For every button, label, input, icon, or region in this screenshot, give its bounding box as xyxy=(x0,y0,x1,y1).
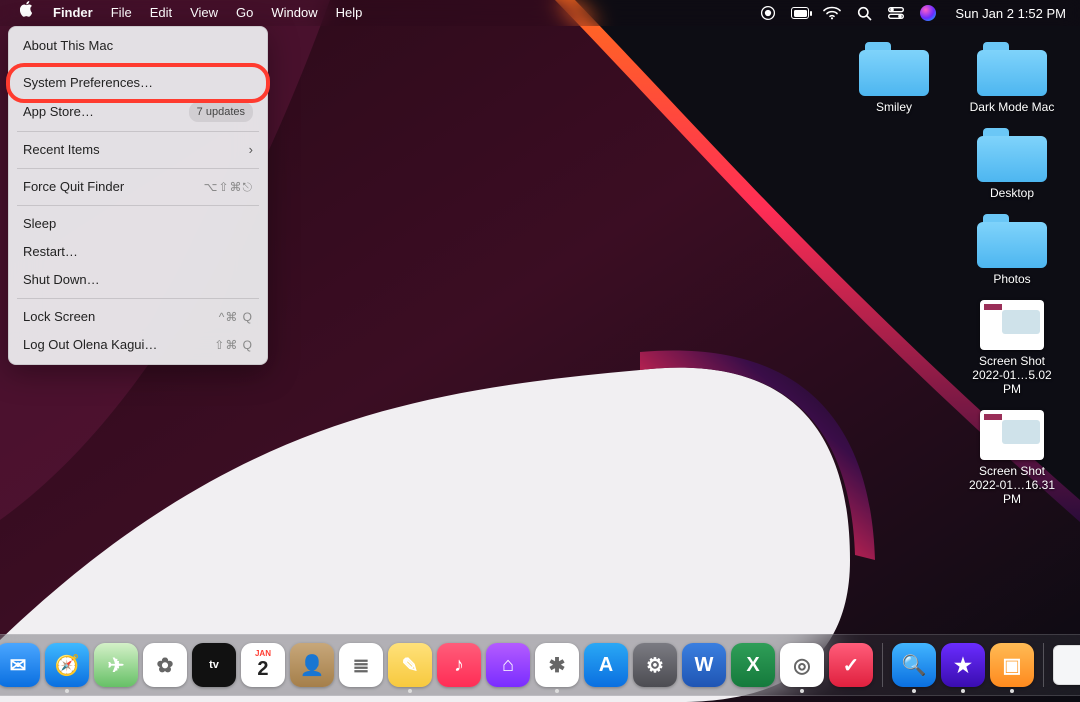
desktop-icon-label: Screen Shot 2022-01…5.02 PM xyxy=(962,354,1062,396)
control-center-icon[interactable] xyxy=(887,4,905,22)
menu-item-shortcut: ⌥⇧⌘⎋ xyxy=(204,178,253,196)
apple-menu-item[interactable]: Force Quit Finder ⌥⇧⌘⎋ xyxy=(9,173,267,201)
apple-menu-item[interactable]: Lock Screen ^⌘ Q xyxy=(9,303,267,331)
screen-record-icon[interactable] xyxy=(759,4,777,22)
folder-icon xyxy=(859,42,929,96)
dock-app-todoist[interactable]: ✓ xyxy=(829,643,873,687)
menu-window[interactable]: Window xyxy=(262,0,326,26)
menu-item-label: About This Mac xyxy=(23,37,113,55)
desktop-file[interactable]: Screen Shot 2022-01…5.02 PM xyxy=(962,300,1062,396)
folder-icon xyxy=(977,42,1047,96)
folder-icon xyxy=(977,128,1047,182)
dock-separator xyxy=(882,643,883,687)
menu-item-label: Sleep xyxy=(23,215,56,233)
dock-app-notes[interactable]: ✎ xyxy=(388,643,432,687)
menu-file[interactable]: File xyxy=(102,0,141,26)
apple-dropdown-menu: About This Mac System Preferences… App Sto… xyxy=(8,26,268,365)
file-thumbnail-icon xyxy=(980,410,1044,460)
dock-app-tv[interactable]: tv xyxy=(192,643,236,687)
dock-app-app-store[interactable]: A xyxy=(584,643,628,687)
dock-app-contacts[interactable]: 👤 xyxy=(290,643,334,687)
apple-menu-button[interactable] xyxy=(10,0,44,26)
dock-app-mail[interactable]: ✉ xyxy=(0,643,40,687)
desktop-folder[interactable]: Photos xyxy=(962,214,1062,286)
menu-item-shortcut: ⇧⌘ Q xyxy=(214,336,253,354)
menu-view[interactable]: View xyxy=(181,0,227,26)
spotlight-icon[interactable] xyxy=(855,4,873,22)
desktop-folder[interactable]: Dark Mode Mac xyxy=(962,42,1062,114)
dock-app-imovie[interactable]: ★ xyxy=(941,643,985,687)
dock: ☺⊞✉🎥✉🧭✈✿tvJAN2👤≣✎♪⌂✱A⚙WX◎✓🔍★▣ xyxy=(0,634,1080,696)
wifi-icon[interactable] xyxy=(823,4,841,22)
menu-item-label: Restart… xyxy=(23,243,78,261)
desktop-icon-label: Photos xyxy=(993,272,1030,286)
dock-app-word[interactable]: W xyxy=(682,643,726,687)
apple-menu-item[interactable]: Shut Down… xyxy=(9,266,267,294)
menu-item-badge: 7 updates xyxy=(189,102,253,122)
dock-app-reminders[interactable]: ≣ xyxy=(339,643,383,687)
menubar-app-name[interactable]: Finder xyxy=(44,0,102,26)
battery-icon[interactable] xyxy=(791,4,809,22)
menubar-clock[interactable]: Sun Jan 2 1:52 PM xyxy=(955,6,1066,21)
siri-icon[interactable] xyxy=(919,4,937,22)
menu-item-label: Log Out Olena Kagui… xyxy=(23,336,157,354)
dock-app-photos[interactable]: ✿ xyxy=(143,643,187,687)
dock-app-music[interactable]: ♪ xyxy=(437,643,481,687)
desktop-icons-area: Smiley Dark Mode Mac Desktop Photos Screen S… xyxy=(832,42,1062,506)
desktop-icon-label: Dark Mode Mac xyxy=(970,100,1055,114)
dock-app-preview[interactable]: 🔍 xyxy=(892,643,936,687)
apple-menu-item[interactable]: System Preferences… xyxy=(9,69,267,97)
dock-separator xyxy=(1043,643,1044,687)
menu-item-label: System Preferences… xyxy=(23,74,153,92)
apple-menu-item[interactable]: App Store… 7 updates xyxy=(9,97,267,127)
desktop-icon-label: Screen Shot 2022-01…16.31 PM xyxy=(962,464,1062,506)
dock-app-chrome[interactable]: ◎ xyxy=(780,643,824,687)
desktop-icon-label: Desktop xyxy=(990,186,1034,200)
dock-app-podcasts[interactable]: ⌂ xyxy=(486,643,530,687)
menu-help[interactable]: Help xyxy=(327,0,372,26)
dock-app-maps[interactable]: ✈ xyxy=(94,643,138,687)
menu-item-shortcut: ^⌘ Q xyxy=(219,308,253,326)
apple-menu-item[interactable]: Sleep xyxy=(9,210,267,238)
dock-app-safari[interactable]: 🧭 xyxy=(45,643,89,687)
menu-item-label: Lock Screen xyxy=(23,308,95,326)
dock-app-slack[interactable]: ✱ xyxy=(535,643,579,687)
folder-icon xyxy=(977,214,1047,268)
file-thumbnail-icon xyxy=(980,300,1044,350)
dock-app-settings[interactable]: ⚙ xyxy=(633,643,677,687)
desktop-icon-label: Smiley xyxy=(876,100,912,114)
desktop-file[interactable]: Screen Shot 2022-01…16.31 PM xyxy=(962,410,1062,506)
apple-menu-item[interactable]: Log Out Olena Kagui… ⇧⌘ Q xyxy=(9,331,267,359)
menu-item-label: Shut Down… xyxy=(23,271,100,289)
apple-menu-item[interactable]: Restart… xyxy=(9,238,267,266)
desktop-folder[interactable]: Smiley xyxy=(844,42,944,114)
menu-edit[interactable]: Edit xyxy=(141,0,181,26)
menu-item-label: Force Quit Finder xyxy=(23,178,124,196)
apple-menu-item[interactable]: About This Mac xyxy=(9,32,267,60)
apple-menu-item[interactable]: Recent Items › xyxy=(9,136,267,164)
dock-app-mediaapp[interactable]: ▣ xyxy=(990,643,1034,687)
dock-app-calendar[interactable]: JAN2 xyxy=(241,643,285,687)
menu-go[interactable]: Go xyxy=(227,0,262,26)
menu-item-label: Recent Items xyxy=(23,141,100,159)
menu-bar: Finder File Edit View Go Window Help Sun… xyxy=(0,0,1080,26)
dock-app-excel[interactable]: X xyxy=(731,643,775,687)
menu-item-label: App Store… xyxy=(23,103,94,121)
chevron-right-icon: › xyxy=(249,141,253,159)
desktop-folder[interactable]: Desktop xyxy=(962,128,1062,200)
dock-minimized-window[interactable] xyxy=(1053,645,1080,685)
